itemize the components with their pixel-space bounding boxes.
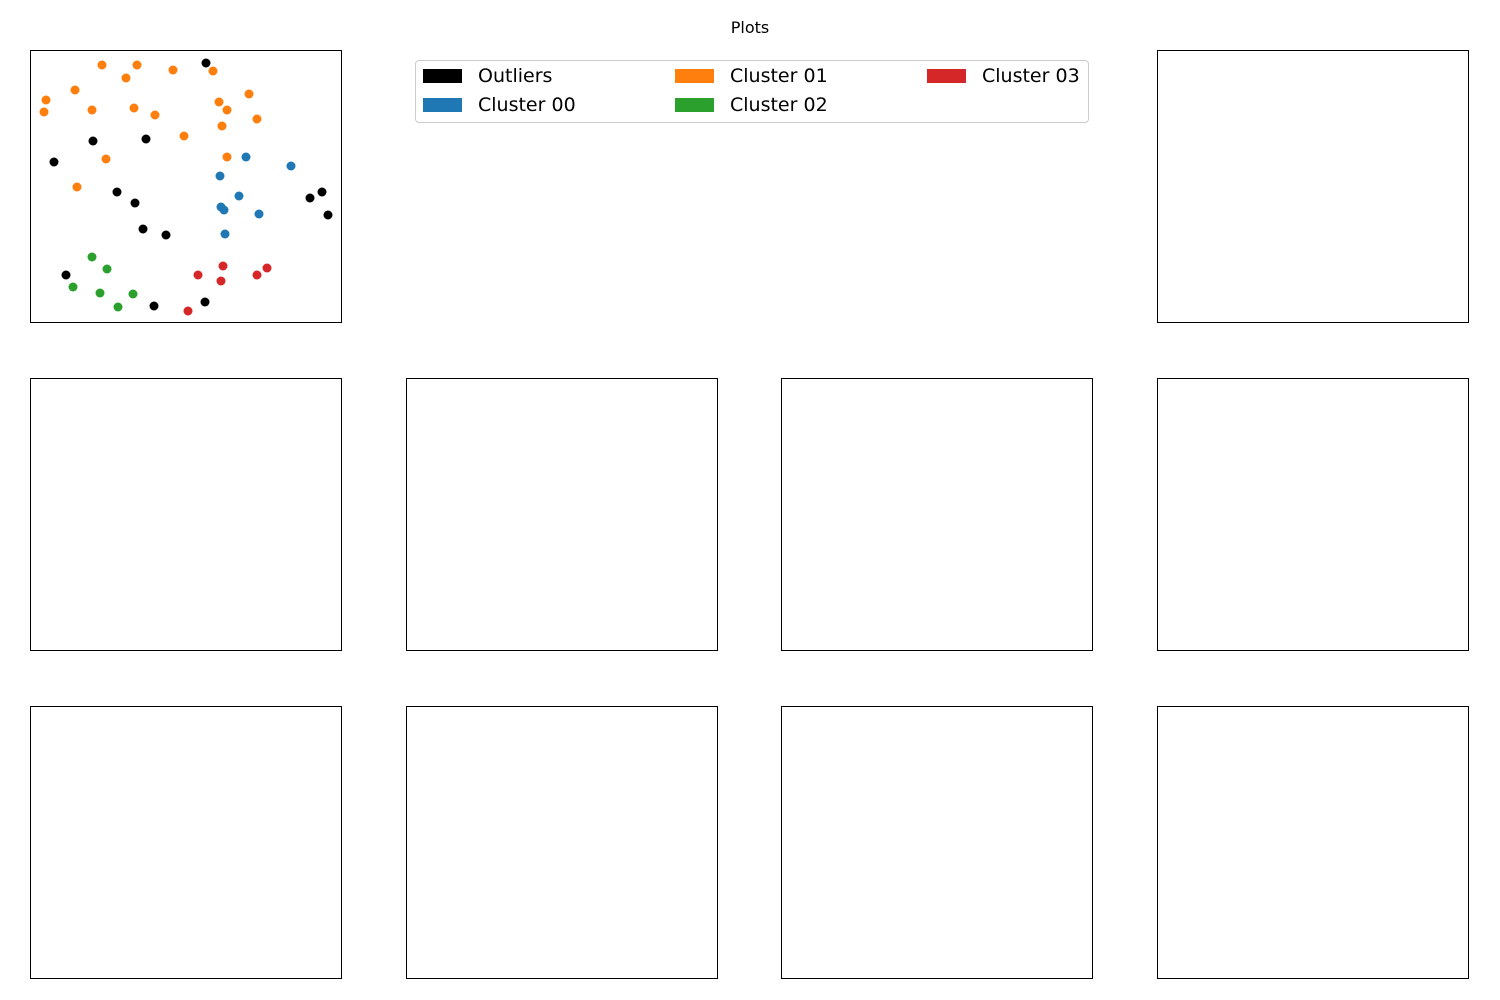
scatter-point-outliers [141,134,151,144]
scatter-point-cluster-01 [222,152,232,162]
scatter-point-cluster-03 [183,306,193,316]
scatter-point-outliers [317,187,327,197]
scatter-point-cluster-01 [70,85,80,95]
scatter-point-cluster-03 [218,261,228,271]
scatter-point-cluster-02 [113,302,123,312]
legend-item-cluster-01: Cluster 01 [675,63,828,89]
scatter-point-cluster-01 [121,73,131,83]
scatter-point-cluster-01 [252,114,262,124]
scatter-point-cluster-01 [222,105,232,115]
empty-plot-panel [781,706,1093,979]
scatter-point-outliers [130,198,140,208]
legend-item-cluster-02: Cluster 02 [675,92,828,118]
scatter-point-cluster-01 [168,65,178,75]
scatter-point-cluster-01 [101,154,111,164]
legend-label: Cluster 00 [478,94,576,116]
scatter-point-cluster-01 [132,60,142,70]
scatter-plot-panel [30,50,342,323]
empty-plot-panel [30,706,342,979]
scatter-point-cluster-01 [214,97,224,107]
legend: Outliers Cluster 00 Cluster 01 Cluster 0… [415,60,1089,123]
scatter-point-cluster-03 [216,276,226,286]
scatter-point-cluster-02 [87,252,97,262]
legend-swatch [927,69,966,83]
scatter-point-cluster-00 [254,209,264,219]
legend-label: Cluster 01 [730,65,828,87]
scatter-point-cluster-00 [219,205,229,215]
scatter-point-outliers [88,136,98,146]
empty-plot-panel [1157,50,1469,323]
scatter-point-outliers [61,270,71,280]
scatter-point-cluster-00 [234,191,244,201]
scatter-point-cluster-03 [193,270,203,280]
scatter-point-cluster-01 [217,121,227,131]
scatter-point-cluster-00 [286,161,296,171]
legend-label: Cluster 03 [982,65,1080,87]
legend-label: Cluster 02 [730,94,828,116]
scatter-point-cluster-02 [68,282,78,292]
scatter-point-cluster-01 [97,60,107,70]
scatter-point-cluster-02 [128,289,138,299]
empty-plot-panel [1157,378,1469,651]
scatter-point-cluster-01 [39,107,49,117]
scatter-point-outliers [305,193,315,203]
scatter-point-cluster-02 [102,264,112,274]
scatter-point-outliers [49,157,59,167]
scatter-point-cluster-02 [95,288,105,298]
legend-swatch [675,69,714,83]
legend-item-outliers: Outliers [423,63,552,89]
legend-swatch [675,98,714,112]
scatter-point-cluster-00 [241,152,251,162]
legend-swatch [423,69,462,83]
empty-plot-panel [1157,706,1469,979]
scatter-point-outliers [200,297,210,307]
scatter-point-cluster-00 [220,229,230,239]
scatter-point-cluster-01 [87,105,97,115]
legend-item-cluster-03: Cluster 03 [927,63,1080,89]
scatter-point-outliers [138,224,148,234]
scatter-point-cluster-00 [215,171,225,181]
scatter-point-cluster-01 [72,182,82,192]
scatter-point-cluster-01 [41,95,51,105]
legend-item-cluster-00: Cluster 00 [423,92,576,118]
legend-swatch [423,98,462,112]
scatter-point-outliers [323,210,333,220]
scatter-point-cluster-01 [208,66,218,76]
empty-plot-panel [781,378,1093,651]
empty-plot-panel [406,706,718,979]
scatter-point-cluster-01 [179,131,189,141]
scatter-point-outliers [149,301,159,311]
figure-title: Plots [730,18,770,37]
scatter-point-cluster-01 [244,89,254,99]
legend-label: Outliers [478,65,553,87]
scatter-point-outliers [112,187,122,197]
scatter-point-cluster-03 [262,263,272,273]
scatter-point-cluster-01 [150,110,160,120]
scatter-point-outliers [161,230,171,240]
scatter-point-cluster-01 [129,103,139,113]
empty-plot-panel [30,378,342,651]
scatter-point-outliers [201,58,211,68]
scatter-plot-area [39,58,333,316]
scatter-point-cluster-03 [252,270,262,280]
empty-plot-panel [406,378,718,651]
